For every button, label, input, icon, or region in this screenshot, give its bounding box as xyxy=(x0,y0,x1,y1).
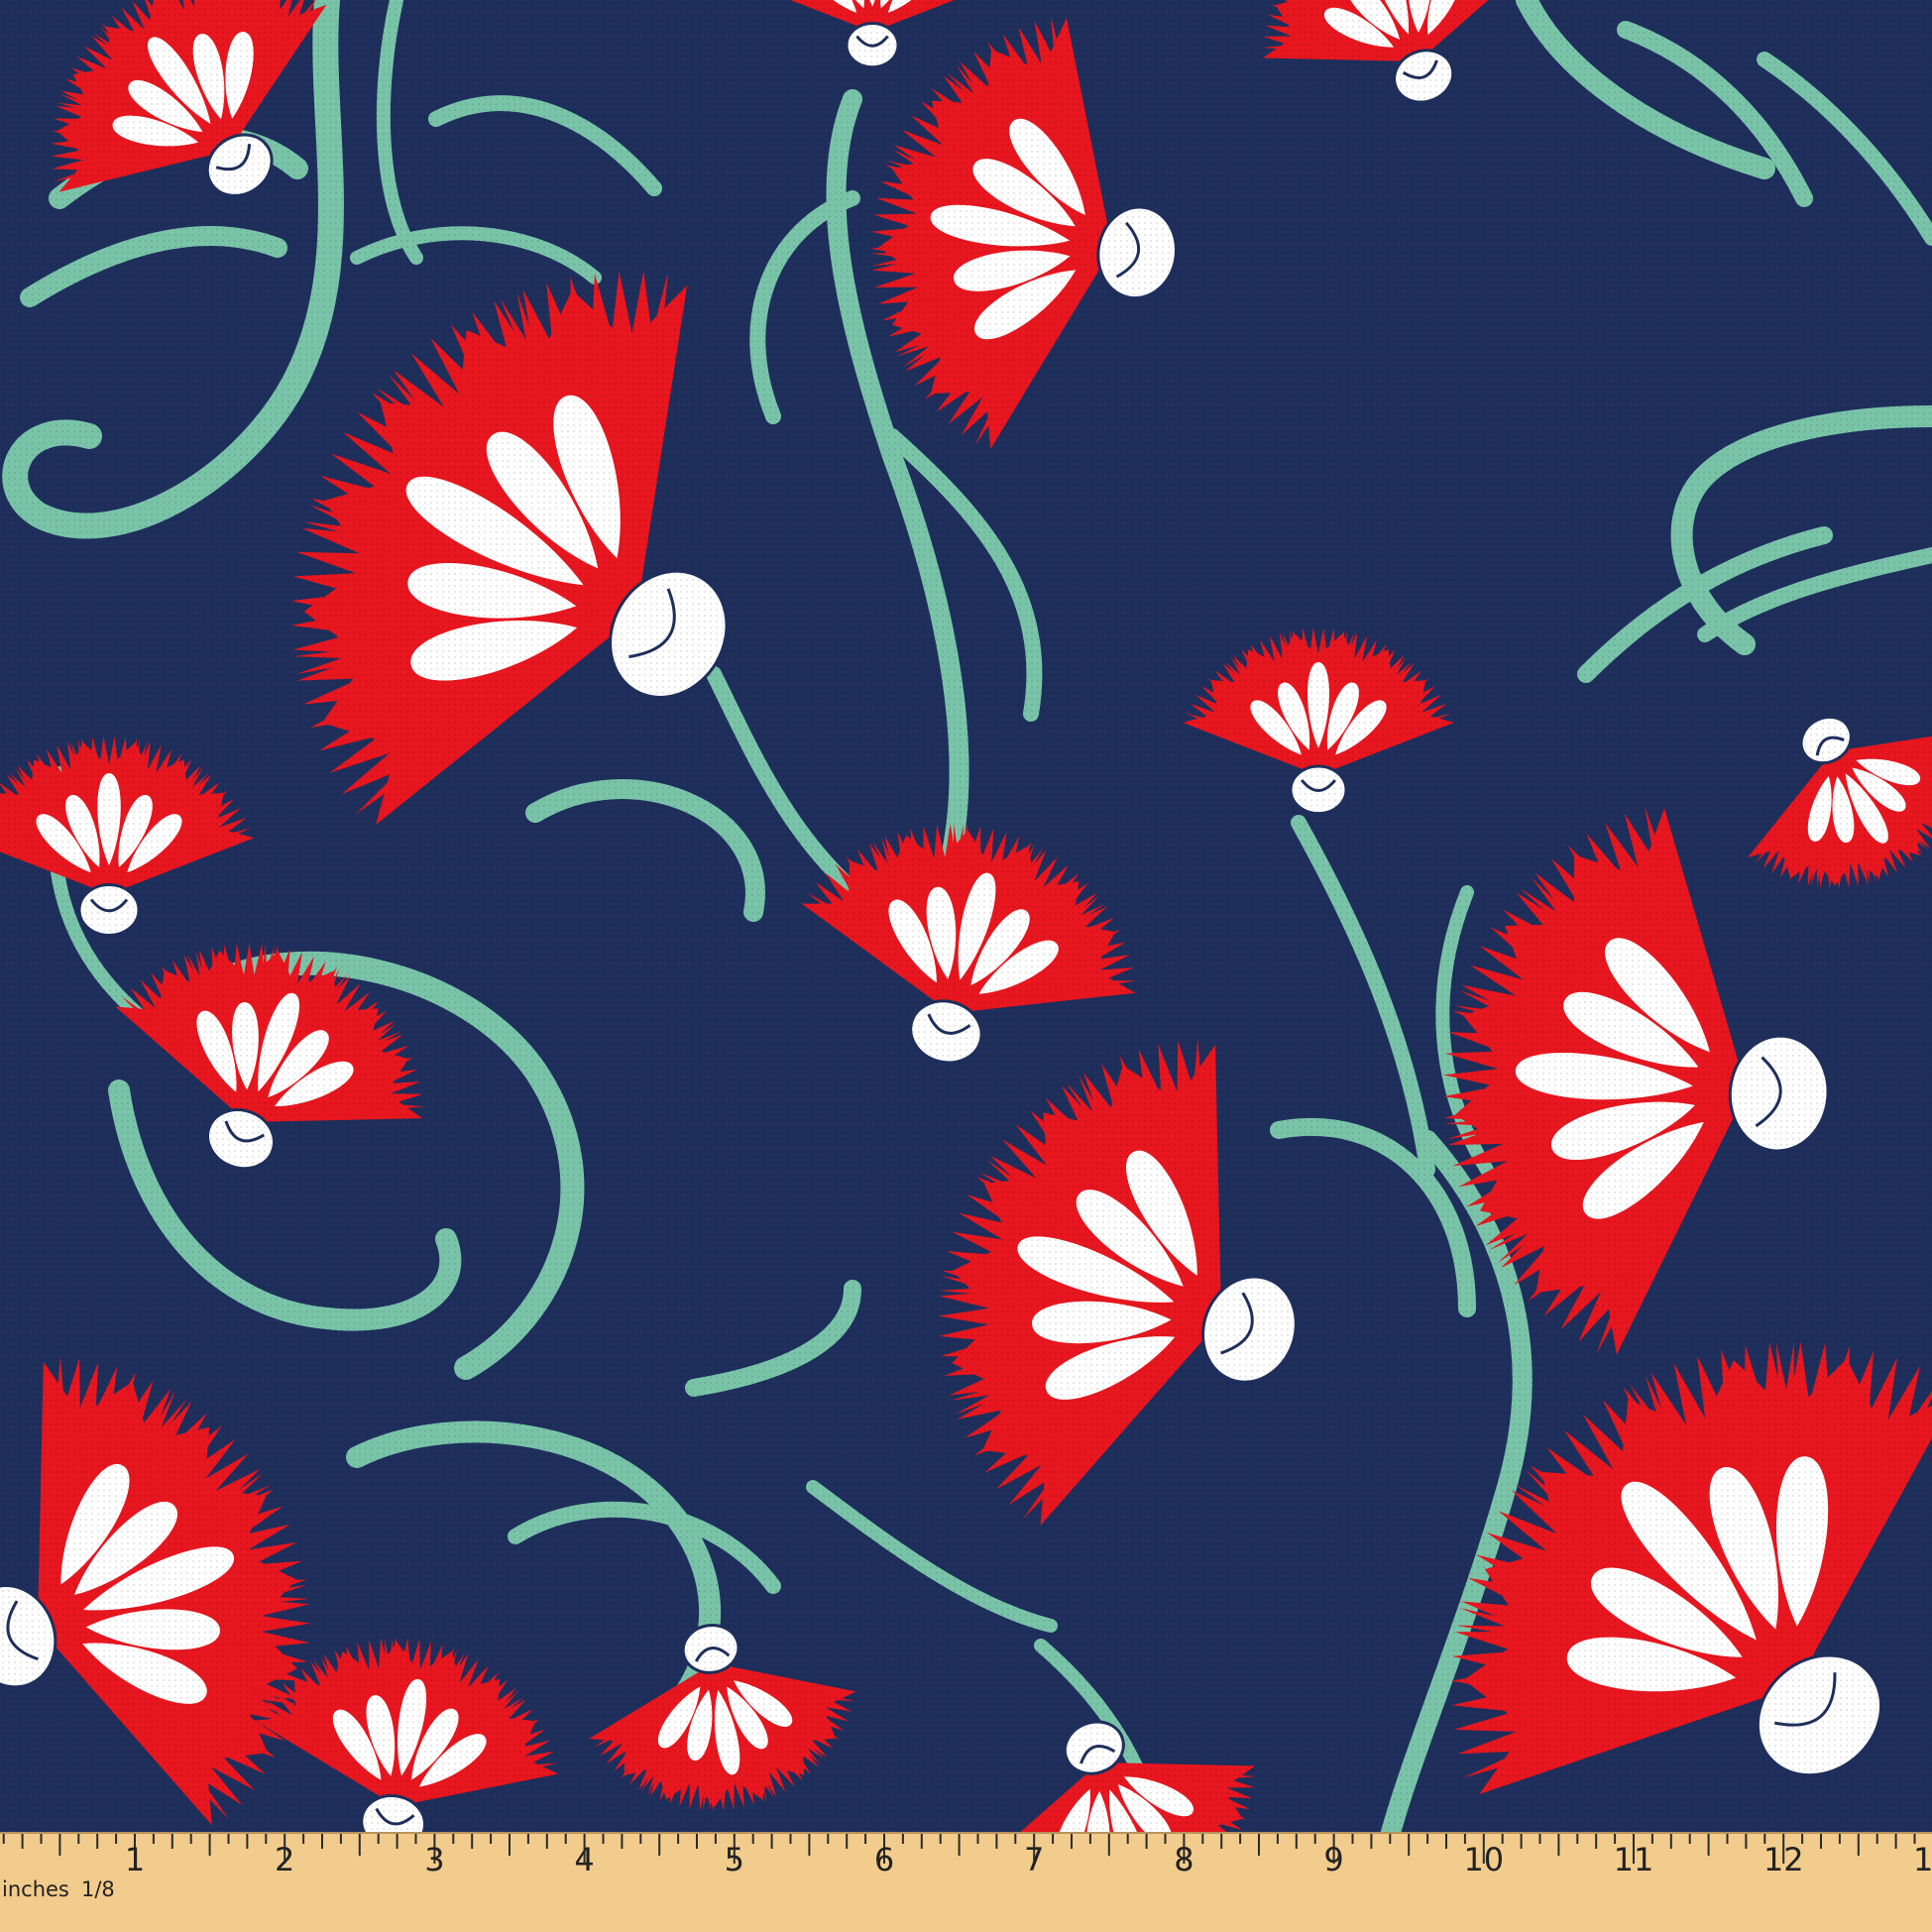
ruler-number: 8 xyxy=(1174,1841,1193,1878)
ruler-number: 5 xyxy=(725,1841,744,1878)
ruler-number: 3 xyxy=(424,1841,444,1878)
floral-fabric-pattern xyxy=(0,0,1932,1932)
ruler-number: 13 xyxy=(1913,1841,1932,1878)
ruler-unit-label: inches xyxy=(2,1877,69,1901)
ruler-number: 9 xyxy=(1323,1841,1343,1878)
ruler-number: 10 xyxy=(1463,1841,1504,1878)
fabric-swatch-image: 12345678910111213 inches 1/8 xyxy=(0,0,1932,1932)
ruler-number: 7 xyxy=(1024,1841,1044,1878)
ruler-number: 4 xyxy=(574,1841,594,1878)
ruler-number: 12 xyxy=(1763,1841,1804,1878)
ruler-fraction-label: 1/8 xyxy=(81,1877,115,1901)
ruler-number: 1 xyxy=(125,1841,145,1878)
measuring-ruler: 12345678910111213 inches 1/8 xyxy=(0,1832,1932,1932)
ruler-number: 2 xyxy=(275,1841,294,1878)
ruler-number: 6 xyxy=(874,1841,894,1878)
ruler-number: 11 xyxy=(1614,1841,1654,1878)
weave-texture xyxy=(0,0,1932,1932)
